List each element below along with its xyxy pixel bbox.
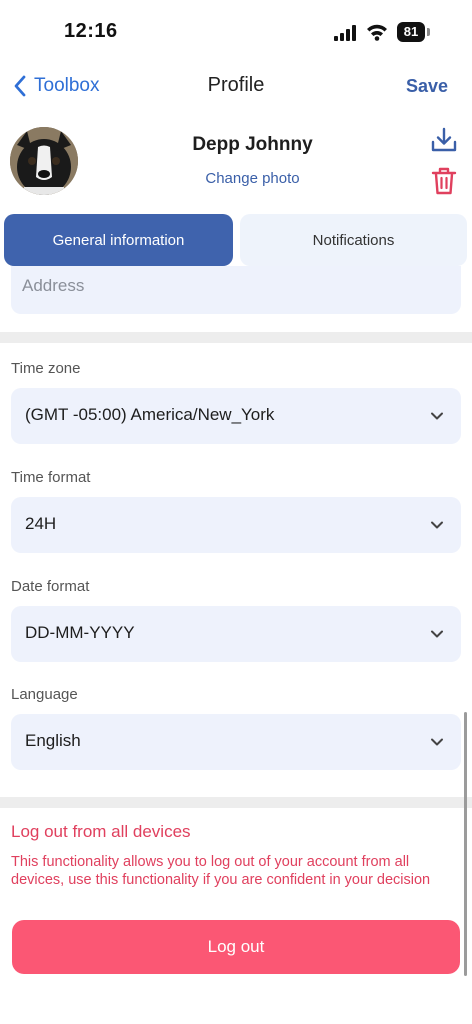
logout-card: Log out from all devices This functional… [0, 808, 472, 986]
date-format-value: DD-MM-YYYY [25, 623, 135, 642]
signal-icon [334, 25, 356, 41]
battery-indicator: 81 [397, 22, 425, 42]
user-name: Depp Johnny [192, 134, 313, 155]
scrollbar[interactable] [464, 712, 467, 976]
chevron-down-icon [431, 412, 443, 420]
chevron-left-icon [14, 75, 26, 97]
time-zone-select[interactable]: (GMT -05:00) America/New_York [11, 388, 461, 444]
chevron-down-icon [431, 738, 443, 746]
battery-tip [427, 28, 430, 36]
logout-description: This functionality allows you to log out… [11, 854, 431, 888]
save-button[interactable]: Save [406, 76, 448, 97]
nav-bar: Toolbox Profile Save [0, 62, 472, 110]
back-button[interactable]: Toolbox [12, 74, 100, 98]
chevron-down-icon [431, 521, 443, 529]
section-divider [0, 797, 472, 808]
trash-icon[interactable] [431, 166, 457, 196]
address-input[interactable]: Address [11, 266, 461, 314]
address-card: Address [0, 266, 472, 332]
profile-header: Depp Johnny Change photo [0, 118, 472, 208]
logout-heading: Log out from all devices [11, 822, 191, 841]
tab-general-information[interactable]: General information [4, 214, 233, 266]
time-format-label: Time format [11, 469, 91, 486]
time-zone-label: Time zone [11, 360, 81, 377]
change-photo-link[interactable]: Change photo [0, 170, 472, 187]
status-bar: 12:16 81 [0, 0, 472, 62]
language-label: Language [11, 686, 78, 703]
time-format-select[interactable]: 24H [11, 497, 461, 553]
section-divider [0, 332, 472, 343]
status-time: 12:16 [64, 20, 118, 42]
wifi-icon [367, 24, 387, 41]
time-zone-value: (GMT -05:00) America/New_York [25, 405, 275, 424]
back-label: Toolbox [34, 75, 100, 96]
tab-bar: General information Notifications [0, 213, 472, 267]
tab-notifications[interactable]: Notifications [240, 214, 467, 266]
time-format-value: 24H [25, 514, 57, 533]
logout-button[interactable]: Log out [12, 920, 460, 974]
date-format-label: Date format [11, 578, 90, 595]
download-icon[interactable] [430, 126, 458, 154]
language-select[interactable]: English [11, 714, 461, 770]
language-value: English [25, 731, 81, 750]
date-format-select[interactable]: DD-MM-YYYY [11, 606, 461, 662]
settings-card: Time zone (GMT -05:00) America/New_York … [0, 343, 472, 797]
chevron-down-icon [431, 630, 443, 638]
